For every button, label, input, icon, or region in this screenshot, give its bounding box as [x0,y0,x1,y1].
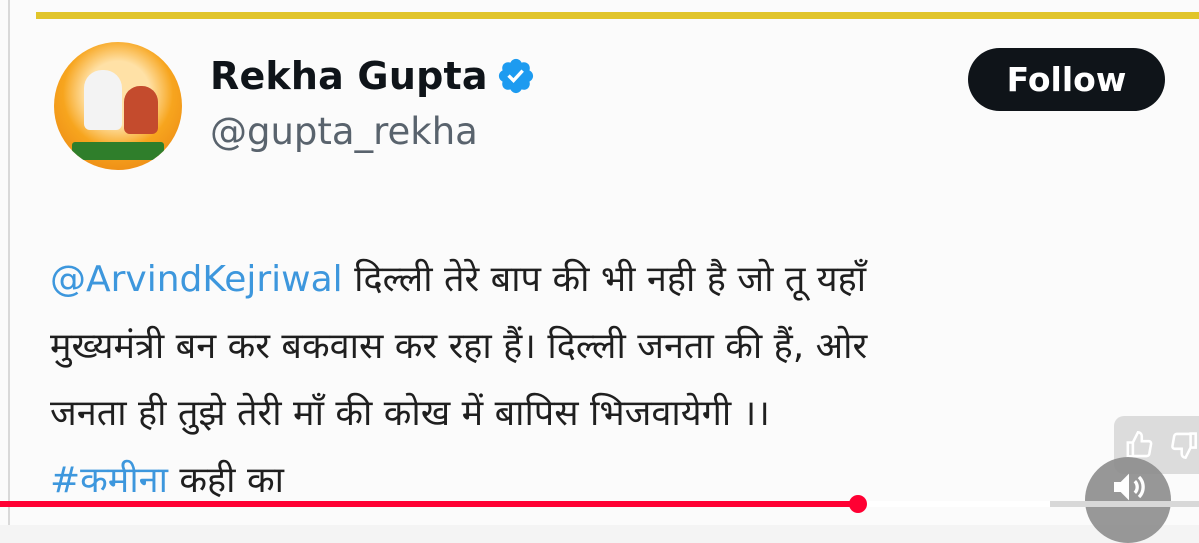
buffer-bar [1050,501,1199,507]
video-frame: Rekha Gupta @gupta_rekha Follow @ArvindK… [0,0,1199,525]
hashtag-link[interactable]: #कमीना [50,460,168,501]
avatar-figure [124,86,158,134]
avatar[interactable] [54,42,182,170]
avatar-figure [84,70,122,130]
avatar-banner [72,142,164,160]
tweet-line: जनता ही तुझे तेरी माँ की कोख में बापिस भ… [50,380,1170,447]
mention-link[interactable]: @ArvindKejriwal [50,259,343,300]
top-accent-rule [36,12,1199,19]
progress-scrubber[interactable] [849,495,867,513]
tweet-line: @ArvindKejriwal दिल्ली तेरे बाप की भी नह… [50,246,1170,313]
author-name[interactable]: Rekha Gupta [210,54,488,98]
tweet-text-segment: दिल्ली तेरे बाप की भी नही है जो तू यहाँ [343,259,866,300]
author-row: Rekha Gupta [210,52,536,100]
mute-button[interactable] [1085,457,1171,543]
tweet-text: @ArvindKejriwal दिल्ली तेरे बाप की भी नह… [50,246,1170,514]
verified-badge-icon [496,56,536,96]
tweet-line: मुख्यमंत्री बन कर बकवास कर रहा हैं। दिल्… [50,313,1170,380]
author-handle[interactable]: @gupta_rekha [210,110,478,153]
tweet-text-segment: कही का [168,460,284,501]
divider [8,0,10,525]
follow-button[interactable]: Follow [968,48,1165,111]
thumbs-down-icon[interactable] [1169,428,1199,462]
progress-bar[interactable] [0,501,858,507]
